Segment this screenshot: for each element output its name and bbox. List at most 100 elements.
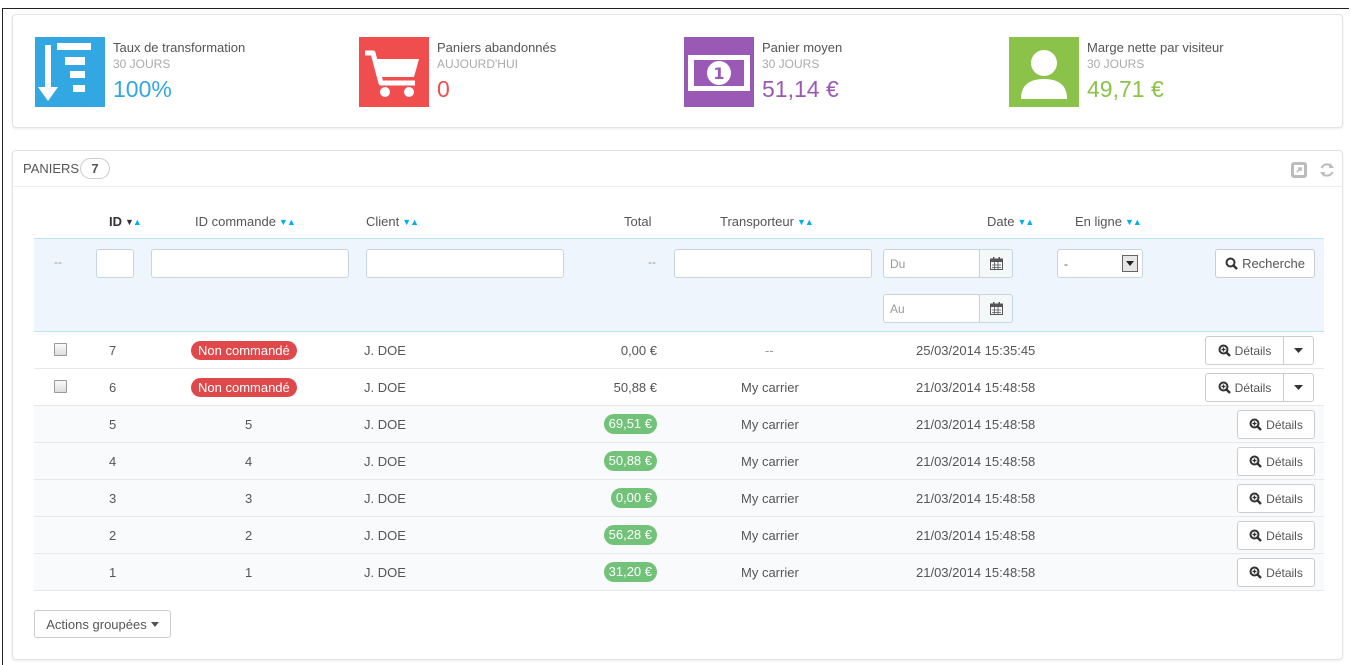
cell-id: 1 bbox=[109, 565, 117, 580]
zoom-in-icon bbox=[1249, 455, 1263, 468]
zoom-in-icon bbox=[1249, 492, 1263, 505]
bulk-actions-button[interactable]: Actions groupées bbox=[34, 610, 171, 638]
filter-row: -- -- Du Au - Recherche bbox=[34, 238, 1324, 332]
zoom-in-icon bbox=[1218, 344, 1231, 357]
kpi-title: Paniers abandonnés bbox=[437, 40, 557, 55]
details-button[interactable]: Détails bbox=[1237, 447, 1315, 476]
details-label: Détails bbox=[1234, 380, 1272, 395]
total-paid-badge: 50,88 € bbox=[603, 451, 657, 471]
panel-title: PANIERS bbox=[23, 161, 80, 176]
details-label: Détails bbox=[1266, 565, 1303, 580]
date-to-input[interactable]: Au bbox=[883, 294, 980, 323]
calendar-icon[interactable] bbox=[979, 294, 1013, 323]
zoom-in-icon bbox=[1249, 418, 1263, 431]
cell-id: 2 bbox=[109, 528, 117, 543]
col-header-client[interactable]: Client ▼▲ bbox=[366, 214, 419, 229]
details-button[interactable]: Détails bbox=[1237, 484, 1315, 513]
money-icon: 1 bbox=[684, 37, 754, 107]
cell-order-id: 3 bbox=[245, 491, 253, 506]
cell-date: 21/03/2014 15:48:58 bbox=[916, 528, 1036, 543]
details-button[interactable]: Détails bbox=[1237, 410, 1315, 439]
col-label: En ligne bbox=[1075, 214, 1122, 229]
not-ordered-badge: Non commandé bbox=[191, 341, 297, 360]
zoom-in-icon bbox=[1249, 566, 1263, 579]
details-label: Détails bbox=[1266, 454, 1303, 469]
table-row: 5 5 J. DOE 69,51 € My carrier 21/03/2014 15:4… bbox=[34, 406, 1324, 443]
shopping-cart-icon bbox=[359, 37, 429, 107]
cell-order-id: 1 bbox=[245, 565, 253, 580]
sort-down-icon bbox=[35, 37, 105, 107]
col-header-id[interactable]: ID ▼▲ bbox=[109, 214, 142, 229]
calendar-icon[interactable] bbox=[979, 249, 1013, 278]
details-button[interactable]: Détails bbox=[1237, 558, 1315, 587]
row-checkbox[interactable] bbox=[54, 380, 67, 393]
filter-placeholder-dash: -- bbox=[54, 255, 62, 269]
filter-carrier-input[interactable] bbox=[674, 249, 872, 278]
cell-total: 0,00 € bbox=[620, 343, 657, 358]
col-header-online[interactable]: En ligne ▼▲ bbox=[1075, 214, 1142, 229]
online-select-value: - bbox=[1064, 257, 1068, 271]
cell-carrier: My carrier bbox=[741, 491, 799, 506]
filter-total-dash: -- bbox=[648, 255, 656, 269]
caret-down-icon bbox=[1294, 348, 1303, 353]
kpi-period: 30 JOURS bbox=[762, 57, 820, 71]
cell-date: 21/03/2014 15:48:58 bbox=[916, 454, 1036, 469]
filter-client-input[interactable] bbox=[366, 249, 564, 278]
kpi-value: 100% bbox=[113, 76, 172, 102]
online-select[interactable]: - bbox=[1057, 249, 1143, 278]
caret-down-icon bbox=[1294, 385, 1303, 390]
cell-id: 6 bbox=[109, 380, 117, 395]
cell-carrier: My carrier bbox=[741, 417, 799, 432]
refresh-icon[interactable] bbox=[1318, 161, 1336, 179]
col-header-order-id[interactable]: ID commande ▼▲ bbox=[195, 214, 296, 229]
cell-date: 21/03/2014 15:48:58 bbox=[916, 417, 1036, 432]
date-to-placeholder: Au bbox=[890, 302, 905, 316]
cell-client: J. DOE bbox=[364, 565, 406, 580]
cell-client: J. DOE bbox=[364, 491, 406, 506]
total-paid-badge: 69,51 € bbox=[603, 414, 657, 434]
table-row: 4 4 J. DOE 50,88 € My carrier 21/03/2014 15:4… bbox=[34, 443, 1324, 480]
col-label: Client bbox=[366, 214, 400, 229]
details-label: Détails bbox=[1234, 343, 1272, 358]
total-paid-badge: 56,28 € bbox=[603, 525, 657, 545]
row-actions-dropdown[interactable] bbox=[1283, 336, 1314, 365]
cell-order-id: 2 bbox=[245, 528, 253, 543]
details-button[interactable]: Détails bbox=[1205, 373, 1284, 402]
cell-client: J. DOE bbox=[364, 343, 406, 358]
row-actions-dropdown[interactable] bbox=[1283, 373, 1314, 402]
chevron-down-icon bbox=[1122, 255, 1138, 272]
col-header-carrier[interactable]: Transporteur ▼▲ bbox=[720, 214, 814, 229]
cell-id: 3 bbox=[109, 491, 117, 506]
table-row: 7 Non commandé J. DOE 0,00 € -- 25/03/2014 15… bbox=[34, 332, 1324, 369]
kpi-title: Panier moyen bbox=[762, 40, 843, 55]
user-icon bbox=[1009, 37, 1079, 107]
kpi-period: 30 JOURS bbox=[1087, 57, 1145, 71]
date-from-placeholder: Du bbox=[890, 257, 906, 271]
cell-total: 50,88 € bbox=[613, 380, 657, 395]
date-from-input[interactable]: Du bbox=[883, 249, 980, 278]
col-label: ID commande bbox=[195, 214, 276, 229]
cart-count-badge: 7 bbox=[80, 158, 110, 179]
cell-id: 4 bbox=[109, 454, 117, 469]
cell-carrier: My carrier bbox=[741, 528, 799, 543]
panel-heading: PANIERS 7 bbox=[13, 151, 1342, 187]
cell-carrier: My carrier bbox=[741, 380, 799, 395]
filter-order-id-input[interactable] bbox=[151, 249, 349, 278]
cell-date: 25/03/2014 15:35:45 bbox=[916, 343, 1036, 358]
col-label: Date bbox=[987, 214, 1015, 229]
details-label: Détails bbox=[1266, 417, 1303, 432]
cell-carrier: My carrier bbox=[741, 454, 799, 469]
export-icon[interactable] bbox=[1290, 161, 1308, 179]
cell-client: J. DOE bbox=[364, 417, 406, 432]
details-label: Détails bbox=[1266, 528, 1303, 543]
details-button[interactable]: Détails bbox=[1237, 521, 1315, 550]
bulk-actions-label: Actions groupées bbox=[46, 616, 147, 632]
details-button[interactable]: Détails bbox=[1205, 336, 1284, 365]
col-header-date[interactable]: Date ▼▲ bbox=[987, 214, 1034, 229]
search-button[interactable]: Recherche bbox=[1215, 249, 1315, 278]
row-checkbox[interactable] bbox=[54, 343, 67, 356]
cell-date: 21/03/2014 15:48:58 bbox=[916, 491, 1036, 506]
cell-order-id: 5 bbox=[245, 417, 253, 432]
filter-id-input[interactable] bbox=[96, 249, 134, 278]
table-row: 1 1 J. DOE 31,20 € My carrier 21/03/2014 15:4… bbox=[34, 554, 1324, 591]
